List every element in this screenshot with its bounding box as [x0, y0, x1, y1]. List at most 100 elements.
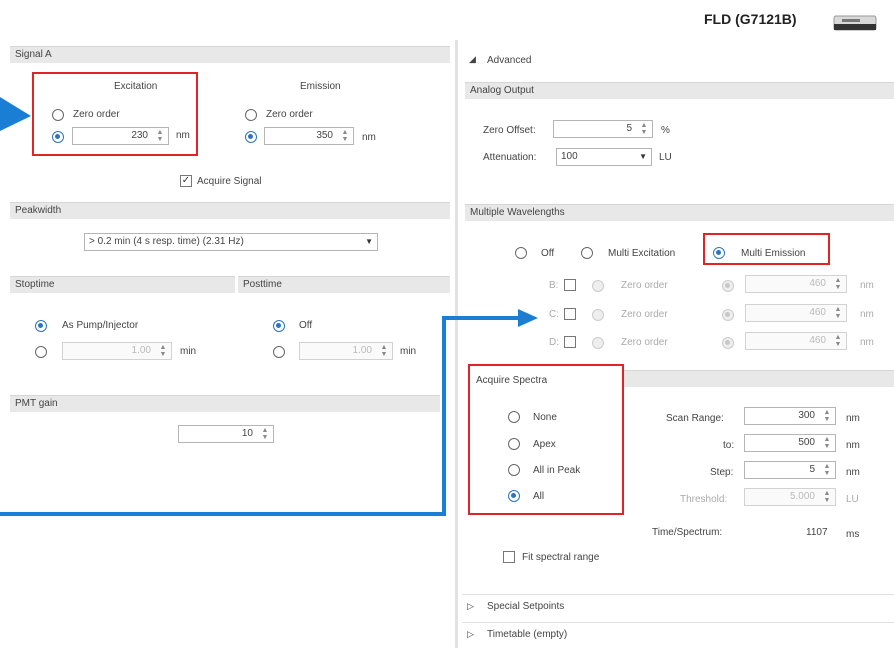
excitation-wavelength-input[interactable]: 230 ▲ ▼	[72, 127, 169, 145]
spin-arrows-icon[interactable]: ▲ ▼	[822, 436, 832, 450]
analog-output-header: Analog Output	[465, 82, 894, 99]
excitation-wavelength-radio[interactable]	[52, 131, 64, 143]
spectra-all-radio[interactable]	[508, 490, 520, 502]
spin-arrows-icon[interactable]: ▲ ▼	[822, 490, 832, 504]
emission-zero-order-radio[interactable]	[245, 109, 257, 121]
spectra-apex-label: Apex	[533, 439, 556, 450]
emission-unit: nm	[362, 132, 376, 143]
spin-arrows-icon[interactable]: ▲ ▼	[833, 277, 843, 291]
stoptime-as-pump-label: As Pump/Injector	[62, 320, 139, 331]
multi-excitation-label: Multi Excitation	[608, 248, 676, 259]
wl-row-b-label: B:	[549, 280, 559, 291]
emission-wavelength-input[interactable]: 350 ▲ ▼	[264, 127, 354, 145]
posttime-header: Posttime	[238, 276, 450, 293]
scan-range-input[interactable]: 300 ▲ ▼	[744, 407, 836, 425]
attenuation-unit: LU	[659, 152, 672, 163]
posttime-value: 1.00	[352, 345, 372, 356]
acquire-spectra-title: Acquire Spectra	[476, 375, 548, 386]
spin-arrows-icon[interactable]: ▲ ▼	[158, 344, 168, 358]
acquire-spectra-header	[622, 370, 894, 387]
threshold-value: 5.000	[789, 491, 815, 502]
spin-arrows-icon[interactable]: ▲ ▼	[379, 344, 389, 358]
time-spectrum-label: Time/Spectrum:	[652, 527, 723, 538]
step-value: 5	[809, 464, 815, 475]
emission-title: Emission	[300, 81, 341, 92]
emission-wavelength-radio[interactable]	[245, 131, 257, 143]
wl-row-b-value-radio[interactable]	[722, 280, 734, 292]
stoptime-value-radio[interactable]	[35, 346, 47, 358]
spin-arrows-icon[interactable]: ▲ ▼	[822, 463, 832, 477]
advanced-title[interactable]: Advanced	[487, 55, 531, 67]
wl-row-b-checkbox[interactable]	[564, 279, 576, 291]
excitation-arrow-icon	[0, 97, 31, 131]
wl-row-d-zero-radio[interactable]	[592, 337, 604, 349]
to-unit: nm	[846, 440, 860, 451]
threshold-input[interactable]: 5.000 ▲ ▼	[744, 488, 836, 506]
wl-row-c-zero-radio[interactable]	[592, 309, 604, 321]
collapse-triangle-icon[interactable]: ◢	[469, 54, 476, 65]
zero-offset-value: 5	[626, 123, 632, 134]
fit-spectral-range-checkbox[interactable]	[503, 551, 515, 563]
zero-offset-input[interactable]: 5 ▲ ▼	[553, 120, 653, 138]
posttime-off-radio[interactable]	[273, 320, 285, 332]
wl-row-b-unit: nm	[860, 280, 874, 291]
excitation-zero-order-radio[interactable]	[52, 109, 64, 121]
instrument-icon	[832, 12, 878, 34]
wl-row-c-value-radio[interactable]	[722, 309, 734, 321]
wl-row-d-label: D:	[549, 337, 559, 348]
wl-row-b-input[interactable]: 460 ▲ ▼	[745, 275, 847, 293]
chevron-down-icon: ▼	[365, 237, 373, 246]
spin-arrows-icon[interactable]: ▲ ▼	[833, 334, 843, 348]
spin-arrows-icon[interactable]: ▲ ▼	[340, 129, 350, 143]
to-input[interactable]: 500 ▲ ▼	[744, 434, 836, 452]
spectra-none-radio[interactable]	[508, 411, 520, 423]
wl-row-d-zero-label: Zero order	[621, 337, 668, 348]
wl-row-c-input[interactable]: 460 ▲ ▼	[745, 304, 847, 322]
pmt-gain-input[interactable]: 10 ▲ ▼	[178, 425, 274, 443]
spin-arrows-icon[interactable]: ▲ ▼	[833, 306, 843, 320]
spectra-none-label: None	[533, 412, 557, 423]
wl-row-d-input[interactable]: 460 ▲ ▼	[745, 332, 847, 350]
timetable-label: Timetable (empty)	[487, 629, 568, 640]
wl-row-d-value: 460	[809, 335, 826, 346]
chevron-down-icon: ▼	[639, 152, 647, 161]
spin-arrows-icon[interactable]: ▲ ▼	[260, 427, 270, 441]
scan-range-unit: nm	[846, 413, 860, 424]
posttime-value-radio[interactable]	[273, 346, 285, 358]
stoptime-input[interactable]: 1.00 ▲ ▼	[62, 342, 172, 360]
multi-excitation-radio[interactable]	[581, 247, 593, 259]
attenuation-dropdown[interactable]: 100 ▼	[556, 148, 652, 166]
posttime-input[interactable]: 1.00 ▲ ▼	[299, 342, 393, 360]
special-setpoints-label: Special Setpoints	[487, 601, 565, 612]
attenuation-value: 100	[561, 151, 578, 162]
spectra-apex-radio[interactable]	[508, 438, 520, 450]
wl-row-d-checkbox[interactable]	[564, 336, 576, 348]
stoptime-value: 1.00	[131, 345, 151, 356]
multi-emission-radio[interactable]	[713, 247, 725, 259]
spin-arrows-icon[interactable]: ▲ ▼	[155, 129, 165, 143]
stoptime-as-pump-radio[interactable]	[35, 320, 47, 332]
posttime-off-label: Off	[299, 320, 313, 331]
excitation-unit: nm	[176, 130, 190, 141]
multi-emission-arrow-icon	[518, 309, 538, 327]
wl-row-c-value: 460	[809, 307, 826, 318]
to-value: 500	[798, 437, 815, 448]
spin-arrows-icon[interactable]: ▲ ▼	[822, 409, 832, 423]
timetable-row[interactable]: ▷ Timetable (empty)	[462, 622, 894, 646]
to-label: to:	[723, 440, 735, 451]
spectra-all-in-peak-radio[interactable]	[508, 464, 520, 476]
multi-off-radio[interactable]	[515, 247, 527, 259]
special-setpoints-row[interactable]: ▷ Special Setpoints	[462, 594, 894, 618]
wl-row-d-value-radio[interactable]	[722, 337, 734, 349]
wl-row-b-zero-radio[interactable]	[592, 280, 604, 292]
acquire-signal-label: Acquire Signal	[197, 176, 262, 187]
step-input[interactable]: 5 ▲ ▼	[744, 461, 836, 479]
acquire-signal-checkbox[interactable]: ✓	[180, 175, 192, 187]
time-spectrum-value: 1107	[806, 527, 828, 538]
spin-arrows-icon[interactable]: ▲ ▼	[639, 122, 649, 136]
panel-splitter[interactable]	[455, 40, 458, 648]
wl-row-d-unit: nm	[860, 337, 874, 348]
peakwidth-dropdown[interactable]: > 0.2 min (4 s resp. time) (2.31 Hz) ▼	[84, 233, 378, 251]
wl-row-c-checkbox[interactable]	[564, 308, 576, 320]
attenuation-label: Attenuation:	[483, 152, 537, 163]
